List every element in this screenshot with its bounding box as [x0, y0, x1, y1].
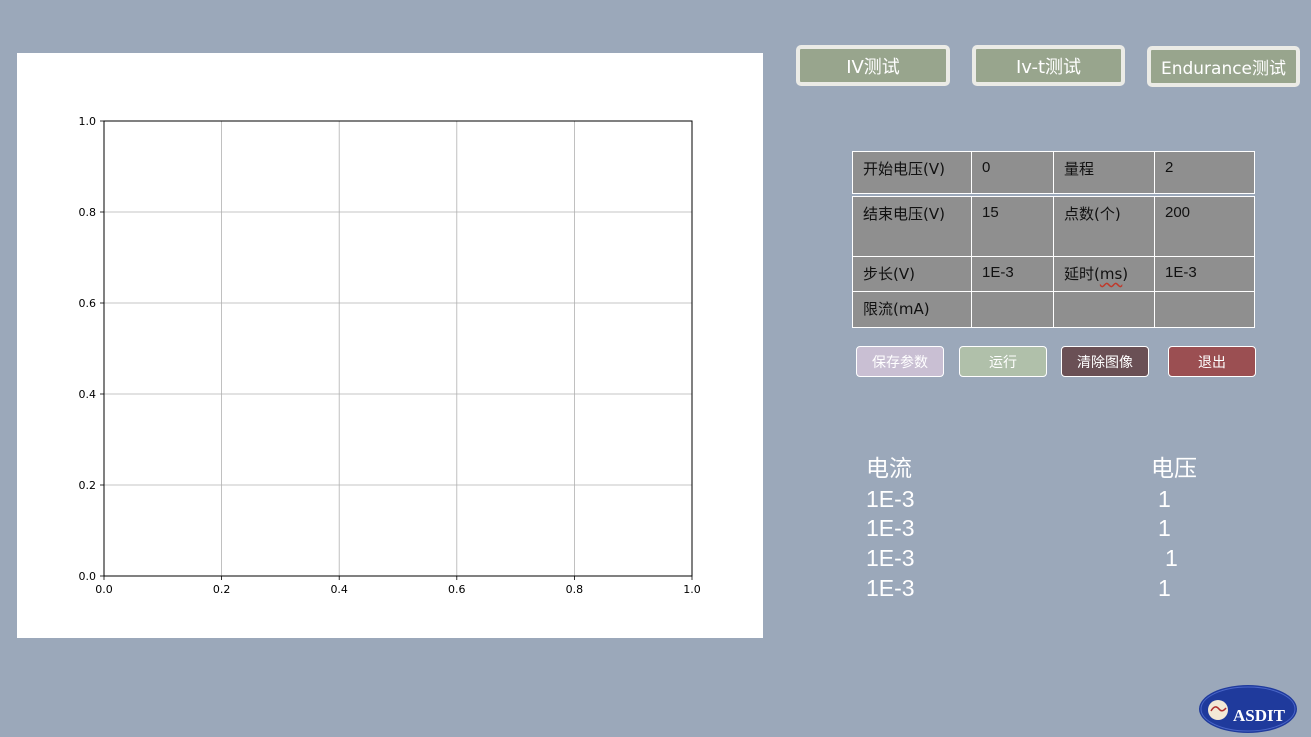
- range-field[interactable]: 2: [1154, 151, 1255, 194]
- current-value: 1E-3: [866, 575, 915, 601]
- current-value: 1E-3: [866, 515, 915, 541]
- start-voltage-label: 开始电压(V): [852, 151, 972, 194]
- empty-value-cell[interactable]: [1154, 291, 1255, 328]
- current-value: 1E-3: [866, 545, 915, 571]
- iv-plot: 0.0 0.2 0.4 0.6 0.8 1.0 0.0 0.2 0.4 0.6 0.8 1.0: [79, 115, 701, 596]
- tab-iv-t-test[interactable]: Iv-t测试: [972, 45, 1125, 86]
- step-field[interactable]: 1E-3: [971, 256, 1054, 292]
- end-voltage-field[interactable]: 15: [971, 196, 1054, 257]
- x-tick-label: 0.2: [213, 583, 231, 596]
- clear-plot-button[interactable]: 清除图像: [1061, 346, 1149, 377]
- parameter-table: 开始电压(V) 0 量程 2 结束电压(V) 15 点数(个) 200 步长(V…: [852, 151, 1255, 328]
- y-tick-label: 0.0: [79, 570, 97, 583]
- plot-panel: 0.0 0.2 0.4 0.6 0.8 1.0 0.0 0.2 0.4 0.6 0.8 1.0: [17, 53, 763, 638]
- y-tick-label: 0.6: [79, 297, 97, 310]
- current-value: 1E-3: [866, 486, 915, 512]
- start-voltage-field[interactable]: 0: [971, 151, 1054, 194]
- current-limit-label: 限流(mA): [852, 291, 972, 328]
- points-label: 点数(个): [1053, 196, 1155, 257]
- save-params-button[interactable]: 保存参数: [856, 346, 944, 377]
- delay-label: 延时(ms): [1053, 256, 1155, 292]
- y-tick-label: 0.4: [79, 388, 97, 401]
- y-tick-label: 0.2: [79, 479, 97, 492]
- spellcheck-mark: ms: [1099, 265, 1123, 283]
- y-tick-label: 0.8: [79, 206, 97, 219]
- x-tick-label: 0.4: [330, 583, 348, 596]
- tab-iv-test[interactable]: IV测试: [796, 45, 950, 86]
- step-label: 步长(V): [852, 256, 972, 292]
- x-tick-label: 0.6: [448, 583, 466, 596]
- y-tick-label: 1.0: [79, 115, 97, 128]
- current-limit-field[interactable]: [971, 291, 1054, 328]
- asdit-logo: ASDIT: [1199, 685, 1297, 733]
- exit-button[interactable]: 退出: [1168, 346, 1256, 377]
- voltage-value: 1: [1158, 575, 1171, 601]
- end-voltage-label: 结束电压(V): [852, 196, 972, 257]
- x-tick-label: 0.0: [95, 583, 113, 596]
- voltage-value: 1: [1158, 486, 1171, 512]
- x-tick-label: 1.0: [683, 583, 701, 596]
- empty-label-cell: [1053, 291, 1155, 328]
- voltage-value: 1: [1158, 515, 1171, 541]
- tab-endurance-test[interactable]: Endurance测试: [1147, 46, 1300, 87]
- voltage-header: 电压: [1151, 455, 1197, 481]
- current-header: 电流: [866, 455, 912, 481]
- logo-text: ASDIT: [1233, 706, 1286, 725]
- run-button[interactable]: 运行: [959, 346, 1047, 377]
- range-label: 量程: [1053, 151, 1155, 194]
- plot-frame: [103, 120, 693, 577]
- voltage-value: 1: [1165, 545, 1178, 571]
- x-tick-label: 0.8: [566, 583, 584, 596]
- points-field[interactable]: 200: [1154, 196, 1255, 257]
- delay-label-text: 延时(ms): [1064, 265, 1129, 283]
- delay-field[interactable]: 1E-3: [1154, 256, 1255, 292]
